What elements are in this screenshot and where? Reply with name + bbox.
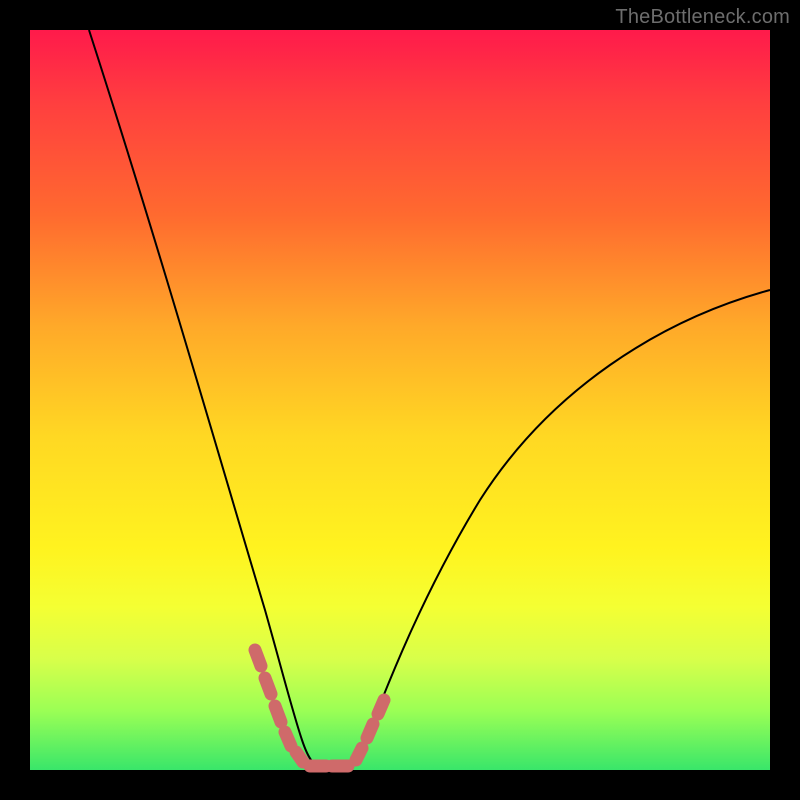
chart-frame: TheBottleneck.com <box>0 0 800 800</box>
watermark-text: TheBottleneck.com <box>615 6 790 29</box>
optimal-range-markers <box>255 650 384 766</box>
plot-area <box>30 30 770 770</box>
bottleneck-curve <box>89 30 770 768</box>
curve-layer <box>30 30 770 770</box>
